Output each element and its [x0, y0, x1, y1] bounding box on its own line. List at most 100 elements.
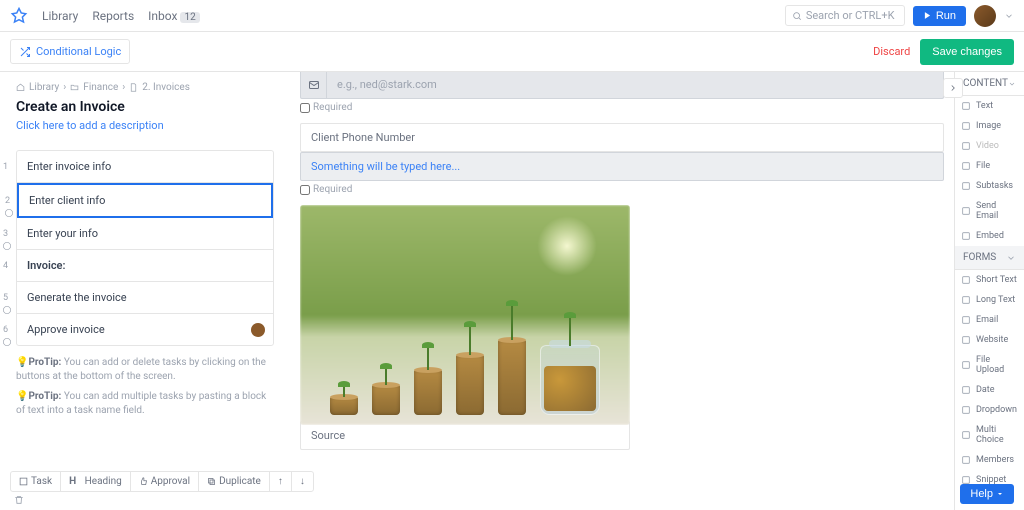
email-icon — [961, 315, 971, 325]
sidebar-item-text[interactable]: Text — [955, 96, 1024, 116]
email-input[interactable]: e.g., ned@stark.com — [300, 72, 944, 99]
trash-button[interactable] — [14, 494, 24, 508]
step-number: 1 — [3, 162, 8, 172]
secondbar-right: Discard Save changes — [873, 39, 1014, 65]
shorttext-icon — [961, 275, 971, 285]
conditional-logic-button[interactable]: Conditional Logic — [10, 39, 130, 64]
sidebar-item-label: Long Text — [976, 295, 1015, 305]
sendemail-icon — [961, 206, 971, 216]
text-icon — [961, 101, 971, 111]
right-sidebar: CONTENT TextImage Video File Subtasks Send E… — [954, 72, 1024, 510]
sidebar-item-members[interactable]: Members — [955, 450, 1024, 470]
page-description[interactable]: Click here to add a description — [16, 119, 274, 132]
forms-section-header[interactable]: FORMS — [955, 246, 1024, 270]
breadcrumb-l2[interactable]: Finance — [83, 82, 118, 93]
chevron-down-icon — [996, 490, 1004, 498]
sidebar-item-multichoice[interactable]: Multi Choice — [955, 420, 1024, 450]
topbar: Library Reports Inbox12 Search or CTRL+K… — [0, 0, 1024, 32]
topbar-left: Library Reports Inbox12 — [10, 7, 200, 25]
sidebar-item-label: Members — [976, 455, 1014, 465]
step-label: Enter client info — [29, 194, 105, 207]
fileupload-icon — [961, 360, 971, 370]
email-placeholder: e.g., ned@stark.com — [327, 72, 943, 98]
required-checkbox[interactable] — [300, 103, 310, 113]
approval-button[interactable]: Approval — [131, 472, 199, 491]
sidebar-item-label: Video — [976, 141, 999, 151]
phone-label[interactable]: Client Phone Number — [300, 123, 944, 152]
sidebar-item-date[interactable]: Date — [955, 380, 1024, 400]
search-input[interactable]: Search or CTRL+K — [785, 5, 905, 26]
breadcrumb-l1[interactable]: Library — [29, 82, 59, 93]
sidebar-item-sendemail[interactable]: Send Email — [955, 196, 1024, 226]
nav-inbox[interactable]: Inbox12 — [148, 9, 200, 23]
step-number: 4 — [3, 261, 8, 271]
stop-icon — [3, 242, 11, 250]
search-placeholder: Search or CTRL+K — [806, 9, 895, 22]
sidebar-item-dropdown[interactable]: Dropdown — [955, 400, 1024, 420]
step-item[interactable]: 6 Approve invoice — [17, 314, 273, 345]
steps-list: 1 Enter invoice info 2 Enter client info… — [16, 150, 274, 346]
moveup-button[interactable]: ↑ — [270, 472, 292, 491]
video-icon — [961, 141, 971, 151]
nav-library[interactable]: Library — [42, 9, 78, 23]
duplicate-button[interactable]: Duplicate — [199, 472, 270, 491]
subtasks-icon — [961, 181, 971, 191]
sidebar-item-label: Website — [976, 335, 1008, 345]
chevron-down-icon[interactable] — [1004, 11, 1014, 21]
protip-2: 💡ProTip: You can add multiple tasks by p… — [16, 390, 274, 418]
step-item[interactable]: 1 Enter invoice info — [17, 151, 273, 183]
sidebar-item-shorttext[interactable]: Short Text — [955, 270, 1024, 290]
sidebar-item-email[interactable]: Email — [955, 310, 1024, 330]
help-button[interactable]: Help — [960, 484, 1014, 504]
discard-button[interactable]: Discard — [873, 45, 910, 58]
sidebar-item-label: Subtasks — [976, 181, 1013, 191]
step-item[interactable]: 5 Generate the invoice — [17, 282, 273, 314]
step-label: Enter invoice info — [27, 160, 111, 173]
sidebar-item-video[interactable]: Video — [955, 136, 1024, 156]
sidebar-item-fileupload[interactable]: File Upload — [955, 350, 1024, 380]
secondbar: Conditional Logic Discard Save changes — [0, 32, 1024, 72]
image-field[interactable] — [300, 205, 630, 425]
step-number: 5 — [3, 293, 8, 303]
email-required[interactable]: Required — [300, 102, 944, 113]
avatar[interactable] — [974, 5, 996, 27]
step-item-active[interactable]: 2 Enter client info — [17, 183, 273, 218]
assignee-avatar[interactable] — [251, 323, 265, 337]
sidebar-item-label: Short Text — [976, 275, 1017, 285]
sidebar-item-longtext[interactable]: Long Text — [955, 290, 1024, 310]
sidebar-item-file[interactable]: File — [955, 156, 1024, 176]
trash-icon — [14, 495, 24, 505]
nav-reports[interactable]: Reports — [92, 9, 134, 23]
step-label: Enter your info — [27, 227, 98, 240]
breadcrumb: Library › Finance › 2. Invoices — [16, 82, 274, 93]
dropdown-icon — [961, 405, 971, 415]
image-icon — [961, 121, 971, 131]
left-sidebar: Library › Finance › 2. Invoices Create a… — [0, 72, 290, 510]
thumbsup-icon — [139, 477, 148, 486]
stop-icon — [5, 209, 13, 217]
step-number: 2 — [5, 196, 10, 206]
file-icon — [961, 161, 971, 171]
breadcrumb-l3[interactable]: 2. Invoices — [142, 82, 190, 93]
step-item[interactable]: 3 Enter your info — [17, 218, 273, 250]
required-checkbox[interactable] — [300, 185, 310, 195]
sidebar-item-subtasks[interactable]: Subtasks — [955, 176, 1024, 196]
topbar-right: Search or CTRL+K Run — [785, 5, 1014, 27]
page-title[interactable]: Create an Invoice — [16, 99, 274, 115]
website-icon — [961, 335, 971, 345]
save-changes-button[interactable]: Save changes — [920, 39, 1014, 65]
heading-button[interactable]: H Heading — [61, 472, 131, 491]
task-button[interactable]: Task — [11, 472, 61, 491]
stop-icon — [3, 306, 11, 314]
sidebar-item-image[interactable]: Image — [955, 116, 1024, 136]
step-item[interactable]: 4 Invoice: — [17, 250, 273, 282]
phone-input[interactable]: Something will be typed here... — [300, 152, 944, 181]
run-button[interactable]: Run — [913, 6, 966, 26]
phone-required[interactable]: Required — [300, 184, 944, 195]
source-label[interactable]: Source — [300, 421, 630, 450]
collapse-button[interactable] — [943, 78, 963, 98]
sidebar-item-embed[interactable]: Embed — [955, 226, 1024, 246]
sidebar-item-website[interactable]: Website — [955, 330, 1024, 350]
content-section-header[interactable]: CONTENT — [955, 72, 1024, 96]
email-prefix — [301, 72, 327, 98]
